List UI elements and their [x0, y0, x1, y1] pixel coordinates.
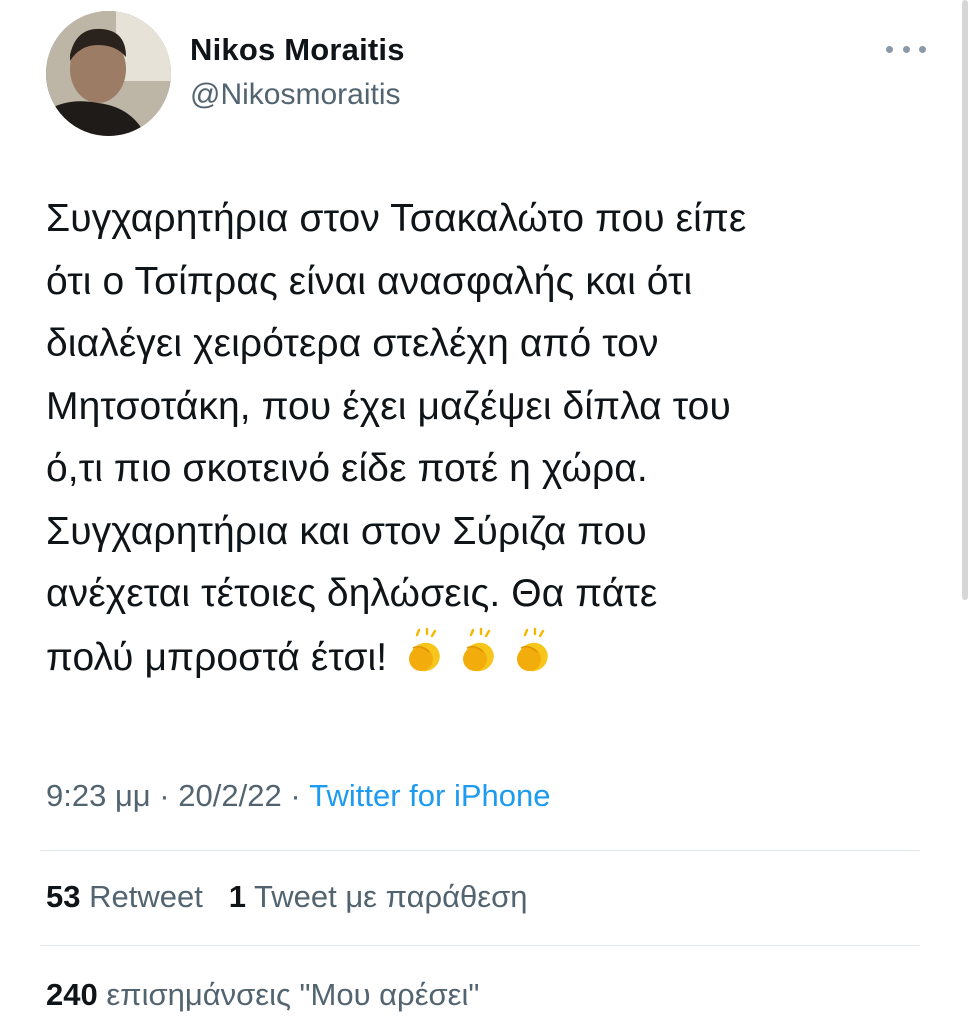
clapping-hands-icon — [409, 627, 440, 671]
more-options-button[interactable] — [886, 34, 926, 64]
quote-tweet-count: 1 — [228, 879, 246, 914]
meta-separator: · — [159, 778, 170, 813]
tweet-text-line: ανέχεται τέτοιες δηλώσεις. Θα πάτε — [46, 572, 658, 615]
divider — [40, 945, 920, 946]
tweet-body: Συγχαρητήρια στον Τσακαλώτο που είπε ότι… — [46, 188, 946, 689]
more-horizontal-icon — [886, 45, 893, 53]
meta-separator: · — [290, 778, 301, 813]
tweet-text-line: ό,τι πιο σκοτεινό είδε ποτέ η χώρα. — [46, 447, 648, 490]
emoji-group — [399, 626, 557, 676]
tweet-text-line: διαλέγει χειρότερα στελέχη από τον — [46, 322, 659, 365]
divider — [40, 850, 920, 851]
like-count: 240 — [46, 977, 98, 1012]
likes-link[interactable]: 240 επισημάνσεις "Μου αρέσει" — [46, 977, 479, 1012]
tweet-source-link[interactable]: Twitter for iPhone — [309, 778, 550, 813]
retweet-count: 53 — [46, 879, 81, 914]
tweet-detail-page: Nikos Moraitis @Nikosmoraitis Συγχαρητήρ… — [0, 0, 972, 1024]
avatar[interactable] — [46, 11, 171, 136]
more-horizontal-icon — [919, 45, 926, 53]
engagement-row-likes: 240 επισημάνσεις "Μου αρέσει" — [46, 977, 479, 1013]
retweet-label: Retweet — [89, 879, 203, 914]
like-label: επισημάνσεις "Μου αρέσει" — [106, 977, 480, 1012]
tweet-metadata: 9:23 μμ · 20/2/22 · Twitter for iPhone — [46, 778, 550, 814]
more-horizontal-icon — [902, 45, 910, 53]
tweet-text-line: Συγχαρητήρια και στον Σύριζα που — [46, 509, 647, 553]
quote-tweet-label: Tweet με παράθεση — [254, 879, 528, 914]
tweet-text-line: ότι ο Τσίπρας είναι ανασφαλής και ότι — [46, 259, 693, 303]
tweet-text-line: Συγχαρητήρια στον Τσακαλώτο που είπε — [46, 197, 747, 240]
tweet-text-line: πολύ μπροστά έτσι! — [46, 635, 388, 679]
quote-tweets-link[interactable]: 1 Tweet με παράθεση — [229, 879, 528, 914]
scrollbar[interactable] — [962, 0, 968, 600]
clapping-hands-icon — [463, 627, 494, 671]
engagement-row-retweets: 53 Retweet 1 Tweet με παράθεση — [46, 879, 527, 915]
tweet-date[interactable]: 20/2/22 — [178, 778, 281, 813]
avatar-photo — [46, 11, 171, 136]
clapping-hands-icon — [517, 627, 548, 671]
author-handle[interactable]: @Nikosmoraitis — [190, 78, 400, 112]
tweet-text-line: Μητσοτάκη, που έχει μαζέψει δίπλα του — [46, 384, 731, 428]
tweet-time[interactable]: 9:23 μμ — [46, 778, 151, 813]
retweets-link[interactable]: 53 Retweet — [46, 879, 203, 914]
author-display-name[interactable]: Nikos Moraitis — [190, 32, 405, 68]
